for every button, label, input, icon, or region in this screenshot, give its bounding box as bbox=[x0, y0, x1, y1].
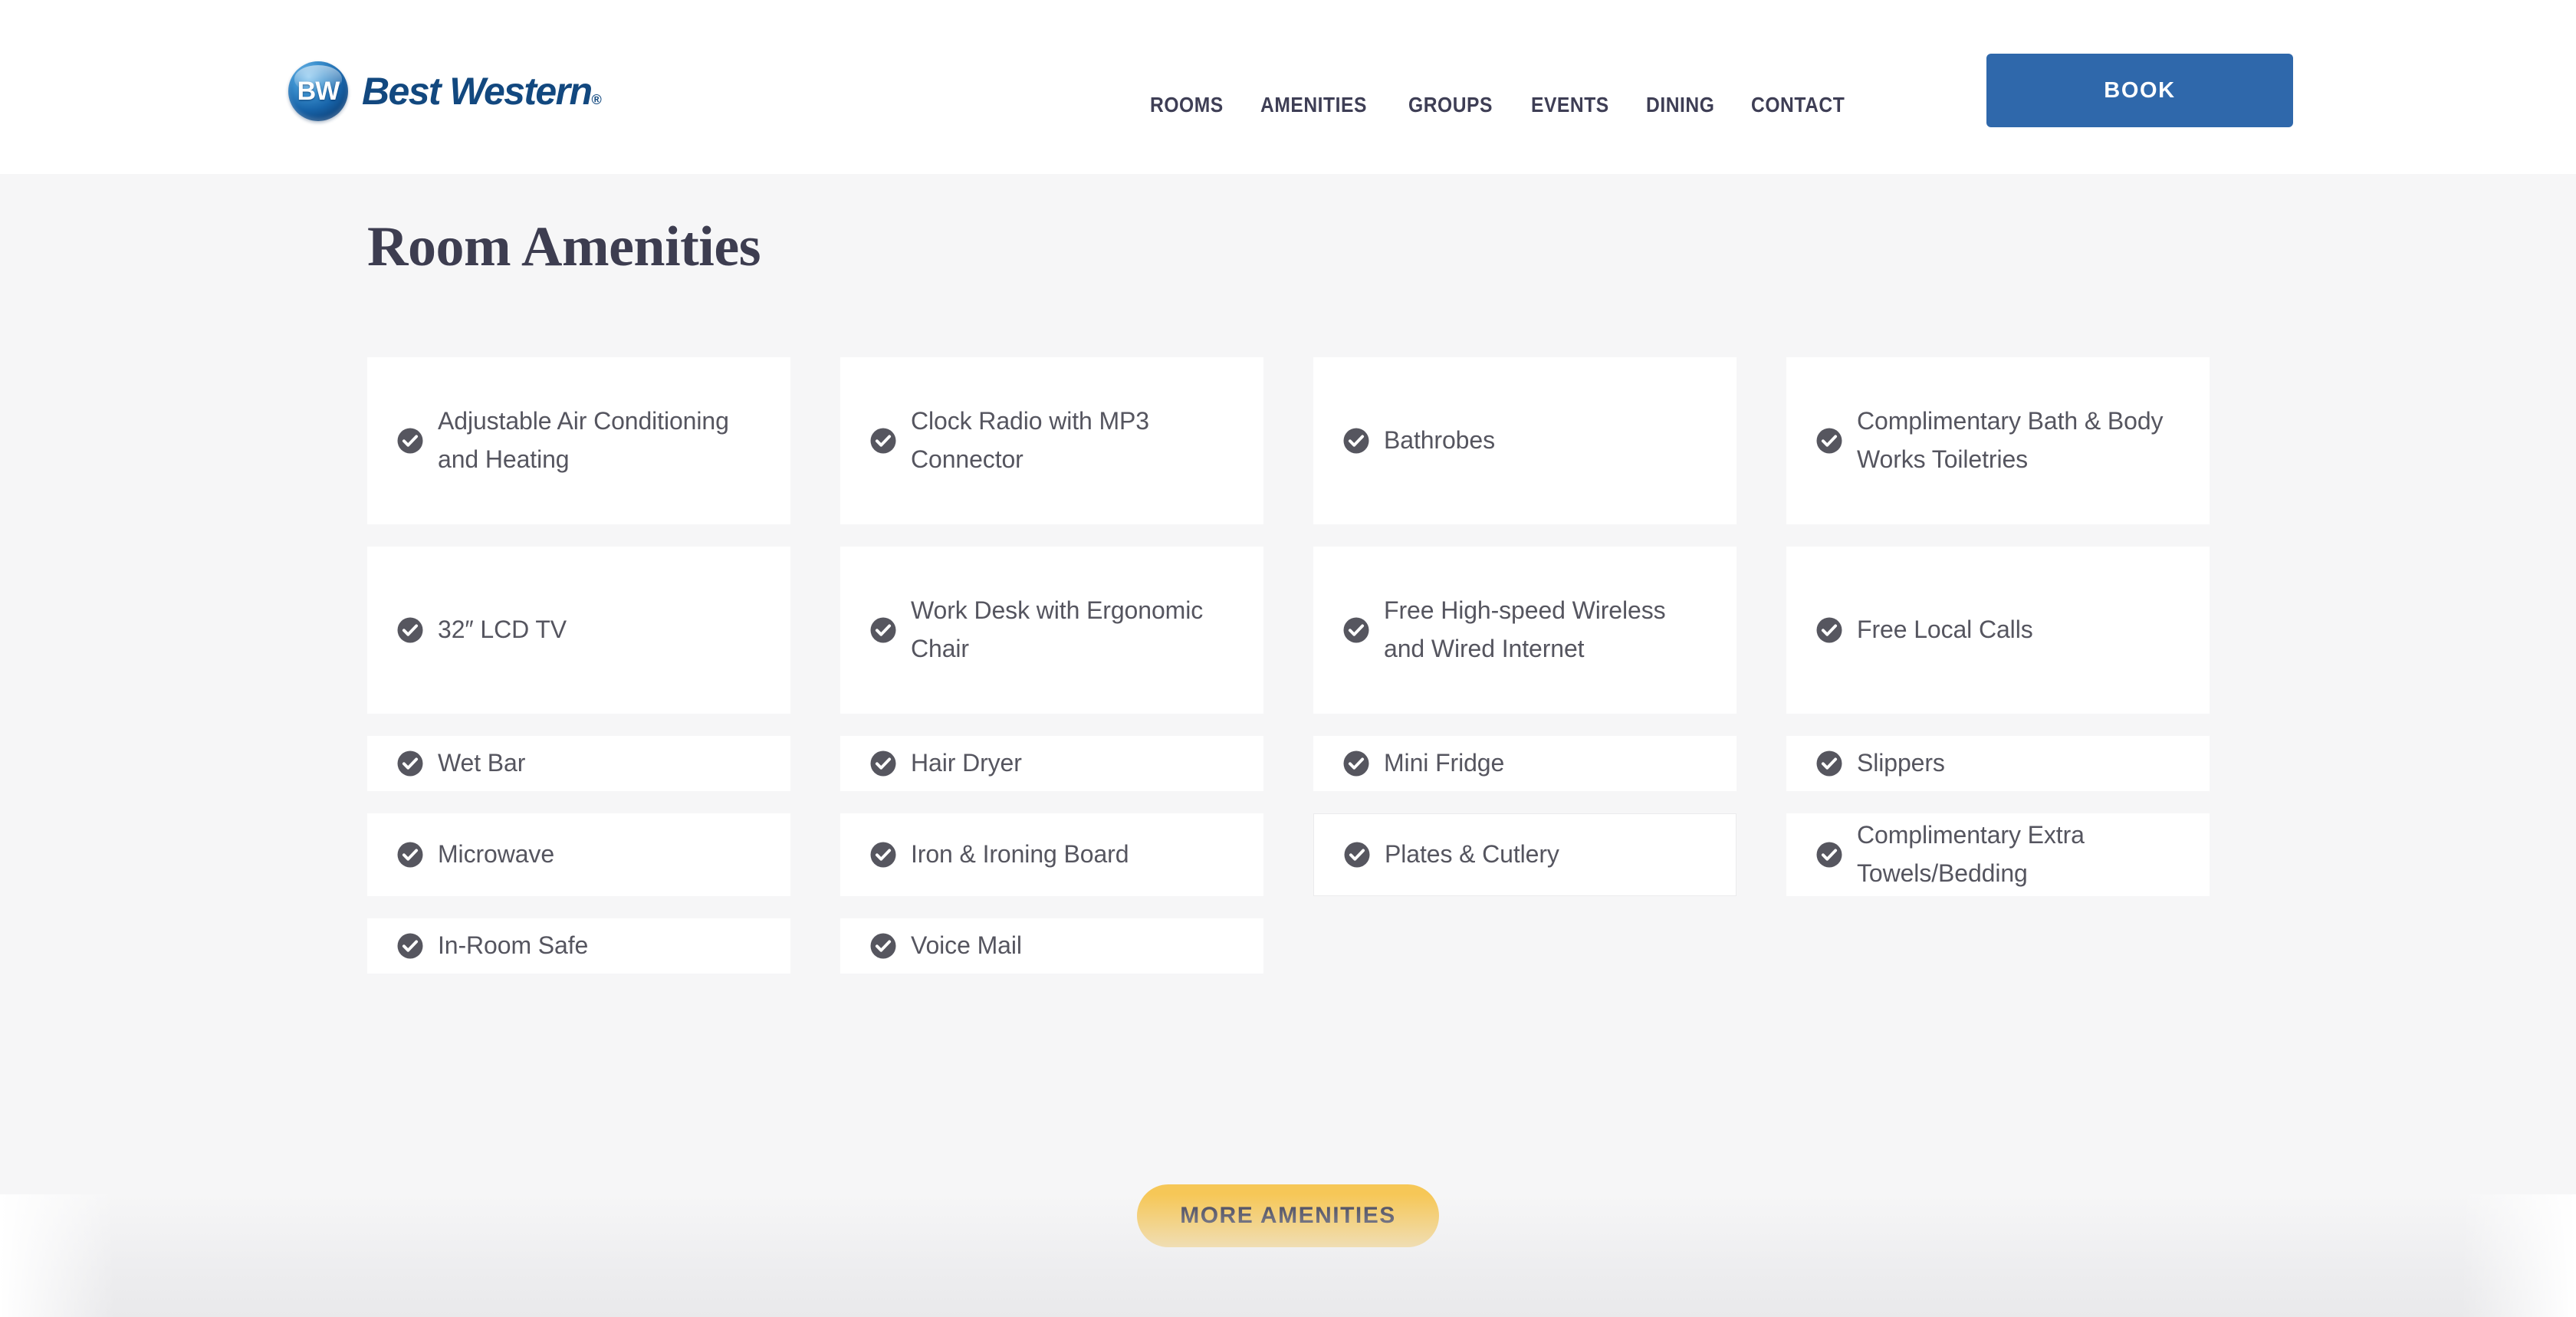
amenities-column-4: Complimentary Bath & Body Works Toiletri… bbox=[1786, 357, 2210, 974]
check-circle-icon bbox=[870, 428, 896, 454]
amenity-label: Voice Mail bbox=[911, 931, 1022, 960]
amenity-card[interactable]: Plates & Cutlery bbox=[1313, 813, 1737, 896]
check-circle-icon bbox=[397, 842, 423, 868]
amenity-card[interactable]: Slippers bbox=[1786, 736, 2210, 791]
amenities-column-1: Adjustable Air Conditioning and Heating 3… bbox=[367, 357, 790, 974]
check-circle-icon bbox=[870, 842, 896, 868]
main-nav: ROOMS AMENITIES GROUPS EVENTS DINING CON… bbox=[1150, 91, 1858, 119]
page-root: BW Best Western® ROOMS AMENITIES GROUPS … bbox=[0, 0, 2576, 1317]
amenity-card[interactable]: Hair Dryer bbox=[840, 736, 1263, 791]
site-header: BW Best Western® ROOMS AMENITIES GROUPS … bbox=[0, 0, 2576, 174]
amenity-label: Clock Radio with MP3 Connector bbox=[911, 407, 1150, 473]
registered-mark-icon: ® bbox=[591, 92, 602, 107]
nav-item-amenities[interactable]: AMENITIES bbox=[1260, 93, 1367, 117]
amenity-label: Complimentary Extra Towels/Bedding bbox=[1857, 821, 2085, 887]
amenity-card[interactable]: Voice Mail bbox=[840, 918, 1263, 974]
bw-badge-label: BW bbox=[297, 76, 340, 106]
amenity-card[interactable]: Clock Radio with MP3 Connector bbox=[840, 357, 1263, 524]
check-circle-icon bbox=[397, 617, 423, 643]
amenity-label: Adjustable Air Conditioning and Heating bbox=[438, 407, 729, 473]
amenity-label: Hair Dryer bbox=[911, 749, 1022, 777]
amenity-label: Bathrobes bbox=[1384, 426, 1495, 455]
amenity-card[interactable]: 32″ LCD TV bbox=[367, 547, 790, 714]
amenity-label: Work Desk with Ergonomic Chair bbox=[911, 596, 1204, 662]
book-button[interactable]: BOOK bbox=[1986, 54, 2293, 127]
amenity-card[interactable]: Free High-speed Wireless and Wired Inter… bbox=[1313, 547, 1737, 714]
check-circle-icon bbox=[1816, 428, 1842, 454]
check-circle-icon bbox=[1816, 842, 1842, 868]
check-circle-icon bbox=[1343, 750, 1369, 777]
check-circle-icon bbox=[1816, 750, 1842, 777]
brand-logo[interactable]: BW Best Western® bbox=[288, 56, 602, 126]
room-amenities-section: Room Amenities Adjustable Air Conditioni… bbox=[0, 174, 2576, 1317]
amenity-label: Microwave bbox=[438, 840, 555, 869]
amenity-card[interactable]: Complimentary Bath & Body Works Toiletri… bbox=[1786, 357, 2210, 524]
amenity-card[interactable]: Adjustable Air Conditioning and Heating bbox=[367, 357, 790, 524]
amenity-label: Slippers bbox=[1857, 749, 1945, 777]
amenity-label: In-Room Safe bbox=[438, 931, 589, 960]
amenity-card[interactable]: Complimentary Extra Towels/Bedding bbox=[1786, 813, 2210, 896]
amenity-label: Free Local Calls bbox=[1857, 616, 2033, 644]
check-circle-icon bbox=[1343, 617, 1369, 643]
check-circle-icon bbox=[870, 750, 896, 777]
check-circle-icon bbox=[1343, 428, 1369, 454]
more-amenities-button[interactable]: MORE AMENITIES bbox=[1137, 1184, 1439, 1247]
amenity-label: Plates & Cutlery bbox=[1385, 840, 1559, 869]
amenity-label: Complimentary Bath & Body Works Toiletri… bbox=[1857, 407, 2164, 473]
page-title: Room Amenities bbox=[367, 215, 761, 278]
check-circle-icon bbox=[1344, 842, 1370, 868]
cta-container: MORE AMENITIES bbox=[0, 1184, 2576, 1247]
nav-item-groups[interactable]: GROUPS bbox=[1408, 93, 1493, 117]
check-circle-icon bbox=[1816, 617, 1842, 643]
check-circle-icon bbox=[397, 933, 423, 959]
amenity-card[interactable]: Microwave bbox=[367, 813, 790, 896]
nav-item-contact[interactable]: CONTACT bbox=[1751, 93, 1845, 117]
amenity-card[interactable]: Work Desk with Ergonomic Chair bbox=[840, 547, 1263, 714]
brand-wordmark-text: Best Western bbox=[362, 70, 593, 113]
amenities-column-3: Bathrobes Free High-speed Wireless and Wi… bbox=[1313, 357, 1737, 974]
amenity-card[interactable]: Mini Fridge bbox=[1313, 736, 1737, 791]
amenity-label: 32″ LCD TV bbox=[438, 616, 567, 644]
amenities-column-2: Clock Radio with MP3 Connector Work Desk … bbox=[840, 357, 1263, 974]
brand-wordmark: Best Western® bbox=[362, 72, 602, 110]
bw-badge-icon: BW bbox=[288, 61, 348, 121]
nav-item-events[interactable]: EVENTS bbox=[1531, 93, 1609, 117]
amenity-card[interactable]: Free Local Calls bbox=[1786, 547, 2210, 714]
amenity-card[interactable]: In-Room Safe bbox=[367, 918, 790, 974]
check-circle-icon bbox=[870, 933, 896, 959]
amenity-label: Mini Fridge bbox=[1384, 749, 1505, 777]
amenity-card[interactable]: Bathrobes bbox=[1313, 357, 1737, 524]
nav-item-dining[interactable]: DINING bbox=[1646, 93, 1714, 117]
amenity-card[interactable]: Wet Bar bbox=[367, 736, 790, 791]
amenity-card[interactable]: Iron & Ironing Board bbox=[840, 813, 1263, 896]
amenity-label: Iron & Ironing Board bbox=[911, 840, 1129, 869]
check-circle-icon bbox=[397, 750, 423, 777]
amenity-label: Wet Bar bbox=[438, 749, 526, 777]
amenities-grid: Adjustable Air Conditioning and Heating 3… bbox=[367, 357, 2210, 974]
check-circle-icon bbox=[870, 617, 896, 643]
check-circle-icon bbox=[397, 428, 423, 454]
nav-item-rooms[interactable]: ROOMS bbox=[1150, 93, 1224, 117]
amenity-label: Free High-speed Wireless and Wired Inter… bbox=[1384, 596, 1666, 662]
